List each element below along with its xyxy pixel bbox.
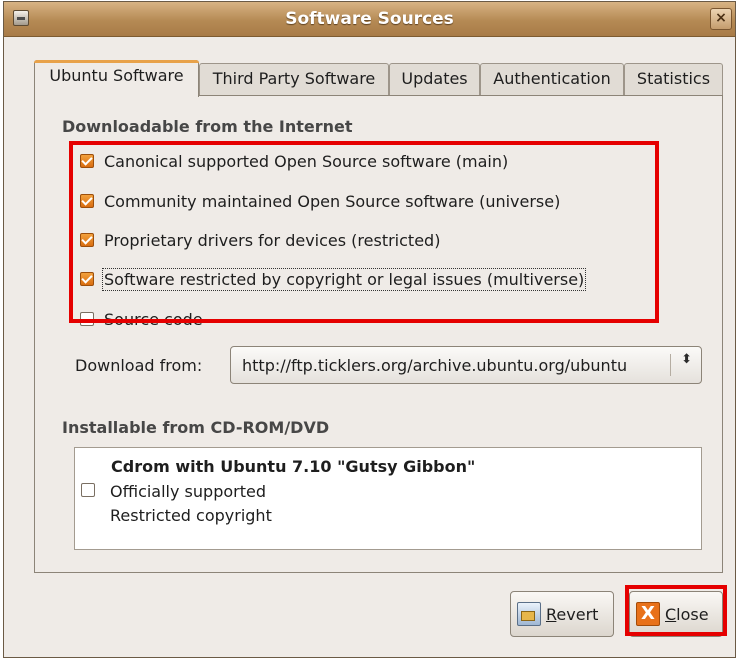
tab-authentication[interactable]: Authentication	[480, 63, 624, 95]
checkbox-unchecked[interactable]	[80, 312, 94, 326]
combo-separator	[670, 354, 671, 376]
window-close-button[interactable]: ×	[710, 8, 732, 30]
repo-restricted-checkbox[interactable]: Proprietary drivers for devices (restric…	[80, 229, 440, 251]
checkbox-checked[interactable]	[80, 272, 94, 286]
cdrom-title: Cdrom with Ubuntu 7.10 "Gutsy Gibbon"	[111, 457, 476, 476]
window-title: Software Sources	[285, 9, 454, 29]
internet-section-heading: Downloadable from the Internet	[62, 117, 353, 136]
download-server-select[interactable]: http://ftp.ticklers.org/archive.ubuntu.o…	[230, 346, 702, 384]
close-button[interactable]: X Close	[629, 591, 723, 637]
cdrom-line-1: Officially supported	[110, 482, 266, 501]
title-bar[interactable]: Software Sources ×	[4, 2, 735, 37]
download-from-label: Download from:	[75, 356, 203, 375]
download-server-value: http://ftp.ticklers.org/archive.ubuntu.o…	[242, 356, 628, 375]
repo-main-label: Canonical supported Open Source software…	[104, 151, 509, 171]
source-code-label: Source code	[104, 309, 203, 329]
repo-restricted-label: Proprietary drivers for devices (restric…	[104, 230, 441, 250]
repo-universe-label: Community maintained Open Source softwar…	[104, 191, 561, 211]
updown-arrow-icon: ⬍	[681, 352, 692, 367]
tab-updates[interactable]: Updates	[389, 63, 480, 95]
repo-multiverse-checkbox[interactable]: Software restricted by copyright or lega…	[80, 267, 587, 291]
checkbox-checked[interactable]	[80, 154, 94, 168]
close-icon: X	[636, 602, 660, 626]
cdrom-line-2: Restricted copyright	[110, 506, 272, 525]
cdrom-section-heading: Installable from CD-ROM/DVD	[62, 418, 330, 437]
checkbox-checked[interactable]	[80, 233, 94, 247]
repo-main-checkbox[interactable]: Canonical supported Open Source software…	[80, 150, 508, 172]
revert-button[interactable]: Revert	[510, 591, 614, 637]
revert-label: Revert	[546, 604, 599, 624]
revert-icon	[517, 602, 541, 626]
source-code-checkbox[interactable]: Source code	[80, 308, 203, 330]
tab-third-party-software[interactable]: Third Party Software	[199, 63, 389, 95]
cdrom-checkbox[interactable]	[81, 483, 95, 497]
tab-ubuntu-software[interactable]: Ubuntu Software	[34, 60, 199, 97]
tab-statistics[interactable]: Statistics	[624, 63, 723, 95]
close-label: Close	[665, 604, 709, 624]
repo-multiverse-label: Software restricted by copyright or lega…	[101, 267, 587, 291]
checkbox-checked[interactable]	[80, 194, 94, 208]
repo-universe-checkbox[interactable]: Community maintained Open Source softwar…	[80, 190, 560, 212]
